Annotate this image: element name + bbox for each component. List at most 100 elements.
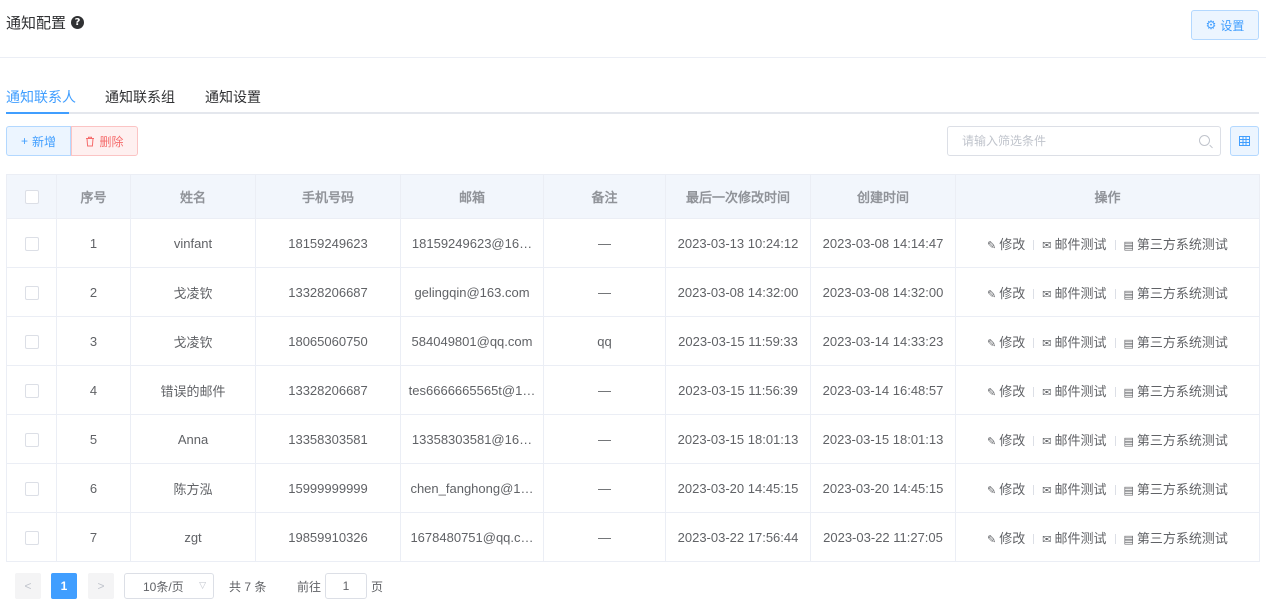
row-select-cell	[6, 267, 57, 317]
row-checkbox[interactable]	[24, 236, 39, 251]
row-index: 5	[56, 414, 131, 464]
add-button[interactable]: + 新增	[6, 126, 71, 156]
edit-link[interactable]: ✎ 修改	[987, 286, 1025, 301]
table-grid-icon	[1239, 136, 1250, 146]
row-name: 戈凌钦	[130, 267, 256, 317]
pencil-icon: ✎	[987, 288, 997, 301]
help-icon[interactable]: ?	[71, 16, 85, 29]
row-checkbox[interactable]	[24, 530, 39, 545]
edit-link[interactable]: ✎ 修改	[987, 237, 1025, 252]
row-checkbox[interactable]	[24, 285, 39, 300]
row-checkbox[interactable]	[24, 432, 39, 447]
page-size-value: 10条/页	[143, 579, 184, 594]
row-select-cell	[6, 414, 57, 464]
row-email: 1678480751@qq.c…	[400, 512, 544, 562]
search-input[interactable]	[948, 127, 1220, 155]
mail-icon: ✉	[1042, 533, 1052, 546]
search-icon[interactable]	[1199, 135, 1210, 146]
edit-link-label: 修改	[999, 236, 1026, 252]
column-header-created: 创建时间	[810, 174, 956, 219]
message-icon: ▤	[1123, 337, 1134, 350]
goto-page-input[interactable]	[325, 573, 367, 599]
pagination: < 1 > 10条/页 ▽ 共 7 条 前往 页	[15, 573, 515, 599]
mail-icon: ✉	[1042, 484, 1052, 497]
row-name: 戈凌钦	[130, 316, 256, 366]
prev-page-button[interactable]: <	[15, 573, 41, 599]
select-all-checkbox[interactable]	[24, 190, 39, 205]
email-test-link[interactable]: ✉ 邮件测试	[1042, 286, 1106, 301]
row-email: tes6666665565t@1…	[400, 365, 544, 415]
table-row: 5 Anna 13358303581 13358303581@16… —2023-03-…	[6, 414, 1260, 464]
table-row: 2 戈凌钦 13328206687 gelingqin@163.com —2023-03…	[6, 267, 1260, 317]
gear-icon: ⚙	[1205, 18, 1217, 32]
pencil-icon: ✎	[987, 484, 997, 497]
row-checkbox[interactable]	[24, 481, 39, 496]
page-number-current[interactable]: 1	[51, 573, 77, 599]
row-name: Anna	[130, 414, 256, 464]
divider	[1114, 240, 1116, 251]
row-created-time: 2023-03-15 18:01:13	[810, 414, 956, 464]
third-party-test-link[interactable]: ▤ 第三方系统测试	[1124, 433, 1228, 448]
mail-icon: ✉	[1042, 435, 1052, 448]
trash-icon	[86, 136, 95, 146]
tab-contacts[interactable]: 通知联系人	[6, 87, 76, 107]
table-header-row: 序号 姓名 手机号码 邮箱 备注 最后一次修改时间 创建时间 操作	[6, 174, 1260, 219]
row-created-time: 2023-03-14 14:33:23	[810, 316, 956, 366]
mail-icon: ✉	[1042, 288, 1052, 301]
table-row: 4 错误的邮件 13328206687 tes6666665565t@1… —2023-…	[6, 365, 1260, 415]
edit-link[interactable]: ✎ 修改	[987, 335, 1025, 350]
third-party-test-link[interactable]: ▤ 第三方系统测试	[1124, 482, 1228, 497]
table-row: 1 vinfant 18159249623 18159249623@16… —2023-…	[6, 218, 1260, 268]
row-modified-time: 2023-03-22 17:56:44	[665, 512, 811, 562]
tab-contact-groups[interactable]: 通知联系组	[105, 87, 175, 107]
row-created-time: 2023-03-08 14:14:47	[810, 218, 956, 268]
edit-link[interactable]: ✎ 修改	[987, 482, 1025, 497]
column-settings-button[interactable]	[1230, 126, 1259, 156]
email-test-link[interactable]: ✉ 邮件测试	[1042, 531, 1106, 546]
third-party-test-link-label: 第三方系统测试	[1136, 285, 1228, 301]
row-actions: ✎ 修改 ✉ 邮件测试 ▤ 第三方系统测试	[955, 512, 1260, 562]
edit-link[interactable]: ✎ 修改	[987, 531, 1025, 546]
row-name: zgt	[130, 512, 256, 562]
row-checkbox[interactable]	[24, 334, 39, 349]
edit-link[interactable]: ✎ 修改	[987, 384, 1025, 399]
divider	[1033, 436, 1035, 447]
email-test-link[interactable]: ✉ 邮件测试	[1042, 384, 1106, 399]
row-email: gelingqin@163.com	[400, 267, 544, 317]
settings-button[interactable]: ⚙ 设置	[1191, 10, 1259, 40]
page-size-select[interactable]: 10条/页 ▽	[124, 573, 214, 599]
column-header-email: 邮箱	[400, 174, 544, 219]
third-party-test-link[interactable]: ▤ 第三方系统测试	[1124, 335, 1228, 350]
next-page-button[interactable]: >	[88, 573, 114, 599]
row-index: 1	[56, 218, 131, 268]
row-created-time: 2023-03-14 16:48:57	[810, 365, 956, 415]
row-checkbox[interactable]	[24, 383, 39, 398]
third-party-test-link[interactable]: ▤ 第三方系统测试	[1124, 286, 1228, 301]
email-test-link-label: 邮件测试	[1054, 334, 1107, 350]
row-index: 3	[56, 316, 131, 366]
edit-link-label: 修改	[999, 285, 1026, 301]
email-test-link-label: 邮件测试	[1054, 432, 1107, 448]
row-modified-time: 2023-03-20 14:45:15	[665, 463, 811, 513]
email-test-link[interactable]: ✉ 邮件测试	[1042, 335, 1106, 350]
row-select-cell	[6, 218, 57, 268]
select-all-cell	[6, 174, 57, 219]
email-test-link[interactable]: ✉ 邮件测试	[1042, 237, 1106, 252]
message-icon: ▤	[1123, 386, 1134, 399]
row-index: 6	[56, 463, 131, 513]
divider	[1033, 289, 1035, 300]
edit-link[interactable]: ✎ 修改	[987, 433, 1025, 448]
email-test-link[interactable]: ✉ 邮件测试	[1042, 433, 1106, 448]
page-suffix: 页	[371, 580, 384, 594]
row-phone: 18065060750	[255, 316, 401, 366]
delete-button[interactable]: 删除	[71, 126, 138, 156]
third-party-test-link[interactable]: ▤ 第三方系统测试	[1124, 531, 1228, 546]
email-test-link[interactable]: ✉ 邮件测试	[1042, 482, 1106, 497]
email-test-link-label: 邮件测试	[1054, 481, 1107, 497]
row-created-time: 2023-03-08 14:32:00	[810, 267, 956, 317]
row-note: —	[543, 218, 666, 268]
third-party-test-link[interactable]: ▤ 第三方系统测试	[1124, 384, 1228, 399]
third-party-test-link[interactable]: ▤ 第三方系统测试	[1124, 237, 1228, 252]
email-test-link-label: 邮件测试	[1054, 530, 1107, 546]
tab-notify-settings[interactable]: 通知设置	[205, 87, 261, 107]
